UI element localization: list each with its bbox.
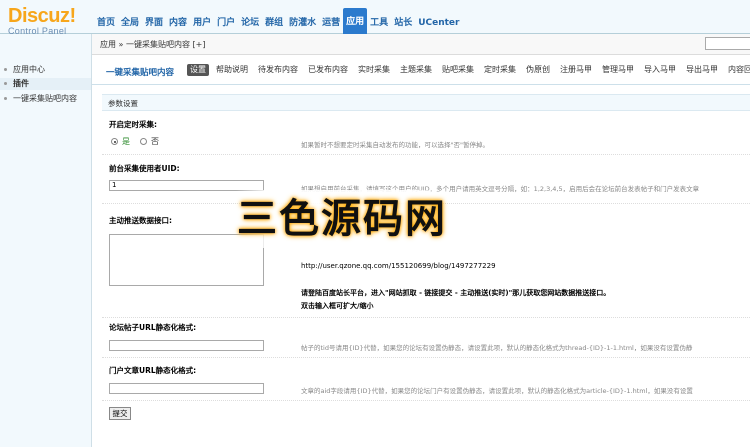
forum-url-input[interactable] <box>109 340 264 351</box>
bullet-icon <box>4 68 7 71</box>
topnav-item[interactable]: 内容 <box>166 12 190 34</box>
push-api-label: 主动推送数据接口: <box>109 216 172 225</box>
section-header: 参数设置 <box>102 94 750 111</box>
plugin-tab[interactable]: 帮助说明 <box>213 64 251 76</box>
portal-url-input[interactable] <box>109 383 264 394</box>
portal-url-tip: 文章的aid字段请用{ID}代替，如果您的论坛门户有设置伪静态，请设置此项，默认… <box>301 387 693 395</box>
topnav-item[interactable]: 用户 <box>190 12 214 34</box>
schedule-no-radio[interactable] <box>140 138 147 145</box>
row-divider <box>102 357 750 358</box>
bullet-icon <box>4 97 7 100</box>
schedule-label: 开启定时采集: <box>109 120 157 129</box>
uid-label: 前台采集使用者UID: <box>109 164 180 173</box>
topnav-item[interactable]: 群组 <box>262 12 286 34</box>
topnav-item[interactable]: 门户 <box>214 12 238 34</box>
plugin-tab[interactable]: 实时采集 <box>355 64 393 76</box>
sidebar-item-app-center[interactable]: 应用中心 <box>0 64 91 76</box>
plugin-tab[interactable]: 主题采集 <box>397 64 435 76</box>
row-divider <box>102 317 750 318</box>
topnav-item[interactable]: 首页 <box>94 12 118 34</box>
sidebar-item-label: 插件 <box>13 79 29 88</box>
push-api-note-resize: 双击输入框可扩大/缩小 <box>301 302 374 310</box>
plugin-tab[interactable]: 导出马甲 <box>683 64 721 76</box>
plugin-tab[interactable]: 贴吧采集 <box>439 64 477 76</box>
plugin-title: 一键采集贴吧内容 <box>106 68 175 78</box>
forum-url-label: 论坛帖子URL静态化格式: <box>109 323 197 332</box>
plugin-tab[interactable]: 管理马甲 <box>599 64 637 76</box>
discuz-logo[interactable]: Discuz! Control Panel <box>8 6 88 36</box>
plugin-tab[interactable]: 定时采集 <box>481 64 519 76</box>
schedule-yes-radio[interactable] <box>111 138 118 145</box>
plugin-tab[interactable]: 内容回收站 <box>725 64 750 76</box>
plugin-subnav: 一键采集贴吧内容 设置 帮助说明 待发布内容 已发布内容 实时采集 主题采集 贴吧采集 定时采… <box>92 55 750 85</box>
plugin-tab[interactable]: 已发布内容 <box>305 64 351 76</box>
push-api-url: http://user.qzone.qq.com/155120699/blog/… <box>301 262 496 270</box>
topnav-item[interactable]: 全局 <box>118 12 142 34</box>
schedule-tip: 如果暂时不想要定时采集自动发布的功能，可以选择"否"暂停掉。 <box>301 141 489 149</box>
schedule-yes-label: 是 <box>122 137 130 146</box>
section-title: 参数设置 <box>108 99 138 108</box>
plugin-tab[interactable]: 设置 <box>187 64 209 76</box>
topnav-item[interactable]: 工具 <box>367 12 391 34</box>
topnav-item[interactable]: 站长 <box>391 12 415 34</box>
topnav-item[interactable]: 界面 <box>142 12 166 34</box>
row-divider <box>102 400 750 401</box>
topnav-item[interactable]: 防灌水 <box>286 12 319 34</box>
row-divider <box>102 154 750 155</box>
topnav-item[interactable]: 应用 <box>343 8 368 34</box>
watermark-text: 三色源码网 <box>236 190 448 248</box>
logo-main-text: Discuz! <box>8 5 76 27</box>
plugin-tab[interactable]: 导入马甲 <box>641 64 679 76</box>
main-content: 一键采集贴吧内容 设置 帮助说明 待发布内容 已发布内容 实时采集 主题采集 贴吧采集 定时采… <box>92 55 750 447</box>
breadcrumb-bar: 应用 » 一键采集贴吧内容 [+] <box>92 34 750 55</box>
plugin-tab[interactable]: 待发布内容 <box>255 64 301 76</box>
breadcrumb[interactable]: 应用 » 一键采集贴吧内容 [+] <box>100 39 205 50</box>
submit-button[interactable]: 提交 <box>109 407 131 420</box>
sidebar-item-plugin-tieba[interactable]: 一键采集贴吧内容 <box>0 93 91 105</box>
portal-url-label: 门户文章URL静态化格式: <box>109 366 197 375</box>
top-navigation: 首页 全局 界面 内容 用户 门户 论坛 群组 防灌水 运营 应用 工具 站长 UCenter <box>94 8 462 34</box>
sidebar: 应用中心 插件 一键采集贴吧内容 <box>0 34 92 447</box>
plugin-tab[interactable]: 注册马甲 <box>557 64 595 76</box>
sidebar-item-label: 应用中心 <box>13 65 45 74</box>
admin-search-input[interactable] <box>705 37 750 50</box>
forum-url-tip: 帖子的tid号请用{ID}代替，如果您的论坛有设置伪静态，请设置此项，默认的静态… <box>301 344 693 352</box>
sidebar-item-plugins[interactable]: 插件 <box>0 78 91 90</box>
schedule-no-label: 否 <box>151 137 159 146</box>
top-header: Discuz! Control Panel 首页 全局 界面 内容 用户 门户 论坛 群组 防灌… <box>0 0 750 36</box>
topnav-item[interactable]: UCenter <box>415 12 462 34</box>
plugin-tab[interactable]: 伪原创 <box>523 64 553 76</box>
plugin-tabs: 设置 帮助说明 待发布内容 已发布内容 实时采集 主题采集 贴吧采集 定时采集 伪原创 注册马甲管… <box>187 64 750 76</box>
topnav-item[interactable]: 论坛 <box>238 12 262 34</box>
bullet-icon <box>4 82 7 85</box>
push-api-note: 请登陆百度站长平台，进入"网站抓取 - 链接提交 - 主动推送(实时)"那儿获取… <box>301 289 611 297</box>
topnav-item[interactable]: 运营 <box>319 12 343 34</box>
sidebar-item-label: 一键采集贴吧内容 <box>13 94 77 103</box>
